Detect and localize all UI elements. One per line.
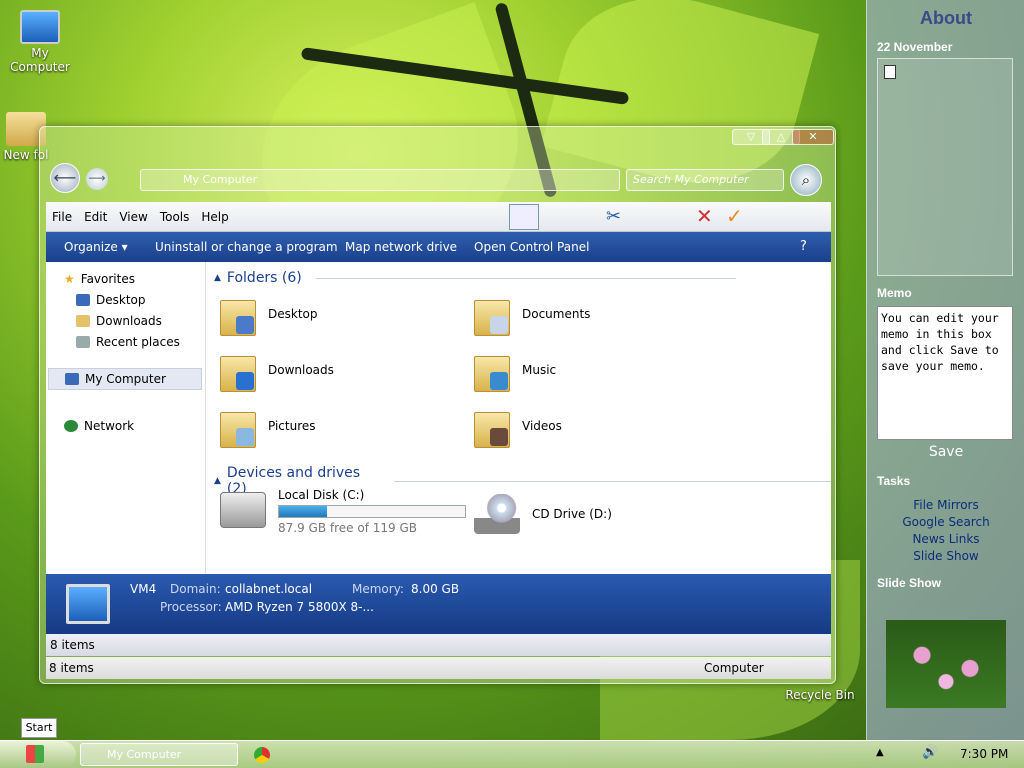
start-button[interactable] [0,741,76,768]
calendar-date: 22 November [877,40,953,54]
cd-drive-icon [474,494,520,534]
checkmark-icon[interactable]: ✓ [726,204,743,228]
computer-icon [20,10,60,44]
domain-value: collabnet.local [225,582,313,596]
videos-folder-icon [474,404,510,448]
nav-network[interactable]: Network [64,419,134,433]
note-icon[interactable] [884,65,896,79]
computer-name: VM4 [130,582,157,596]
menu-bar: File Edit View Tools Help ✂ ✕ ✓ [46,202,831,232]
pictures-folder-icon [220,404,256,448]
processor-value: AMD Ryzen 7 5800X 8-... [225,600,374,614]
tasks-title: Tasks [877,474,911,488]
memo-title: Memo [877,286,912,300]
folders-group-header[interactable]: ▲ Folders (6) [214,270,736,286]
computer-large-icon [66,584,110,624]
desktop-icon-recycle-bin[interactable]: Recycle Bin [780,688,860,702]
details-pane: VM4 Domain: collabnet.local Memory: 8.00… [46,574,831,634]
music-folder-icon [474,348,510,392]
back-arrow-icon[interactable]: ⟵ [50,163,80,193]
nav-recent-places[interactable]: Recent places [76,335,180,349]
folder-pictures[interactable]: Pictures [220,404,316,448]
content-pane: ▲ Folders (6) Desktop Documents Downloads Mu… [206,262,831,574]
folder-videos[interactable]: Videos [474,404,562,448]
drive-local-disk-c[interactable]: Local Disk (C:) 87.9 GB free of 119 GB [220,488,466,535]
desktop-folder-icon [220,292,256,336]
status-bar: 8 items Computer [46,657,831,679]
star-icon: ★ [64,272,75,286]
explorer-window: ▽ △ ✕ ⟵ ⟶ My Computer Search My Computer… [39,126,836,684]
organize-button[interactable]: Organize ▾ [64,232,128,262]
status-bar-top: 8 items [46,634,831,656]
command-bar: Organize ▾ Uninstall or change a program… [46,232,831,262]
task-link-google-search[interactable]: Google Search [867,514,1024,531]
menu-tools[interactable]: Tools [154,202,196,232]
network-icon [64,420,78,432]
menu-file[interactable]: File [46,202,78,232]
folder-documents[interactable]: Documents [474,292,590,336]
help-icon[interactable]: ? [800,232,807,262]
start-tooltip: Start [21,718,57,738]
nav-downloads[interactable]: Downloads [76,314,162,328]
desktop-icon-my-computer[interactable]: My Computer [0,10,80,74]
sidebar-title: About [920,8,972,28]
slideshow-title: Slide Show [877,576,942,590]
menu-help[interactable]: Help [195,202,234,232]
cut-icon[interactable]: ✂ [606,206,621,227]
search-icon[interactable]: ⌕ [790,164,822,196]
memo-save-button[interactable]: Save [867,444,1024,460]
address-bar[interactable]: My Computer [140,169,620,191]
navigation-pane: ★ Favorites Desktop Downloads Recent plac… [46,262,206,574]
downloads-folder-icon [220,348,256,392]
open-control-panel-button[interactable]: Open Control Panel [474,232,589,262]
sidebar: About 22 November Memo You can edit your… [866,0,1024,740]
hard-disk-icon [220,492,266,528]
disk-free-space: 87.9 GB free of 119 GB [278,521,417,535]
desktop-icon [76,294,90,306]
nav-desktop[interactable]: Desktop [76,293,146,307]
taskbar-item-my-computer[interactable]: My Computer [80,743,238,766]
task-link-file-mirrors[interactable]: File Mirrors [867,497,1024,514]
map-network-drive-button[interactable]: Map network drive [345,232,457,262]
volume-icon[interactable]: 🔊 [922,745,938,760]
nav-favorites[interactable]: ★ Favorites [64,272,135,286]
memory-value: 8.00 GB [411,582,460,596]
status-location: Computer [704,661,764,675]
chrome-icon[interactable] [254,747,270,763]
menu-edit[interactable]: Edit [78,202,113,232]
computer-icon [65,373,79,385]
folder-music[interactable]: Music [474,348,556,392]
forward-arrow-icon[interactable]: ⟶ [86,168,108,190]
recent-places-icon [76,336,90,348]
nav-my-computer[interactable]: My Computer [48,368,202,390]
slideshow-image[interactable] [886,620,1006,708]
search-input[interactable]: Search My Computer [626,169,784,191]
folder-desktop[interactable]: Desktop [220,292,318,336]
calendar-gadget [877,58,1013,276]
show-hidden-icons-icon[interactable]: ▲ [876,747,884,758]
folder-downloads[interactable]: Downloads [220,348,334,392]
task-link-news-links[interactable]: News Links [867,531,1024,548]
downloads-folder-icon [76,315,90,327]
delete-icon[interactable]: ✕ [696,204,713,228]
documents-folder-icon [474,292,510,336]
task-link-slide-show[interactable]: Slide Show [867,548,1024,565]
windows-logo-icon [26,745,44,763]
memo-textarea[interactable]: You can edit your memo in this box and c… [877,306,1013,440]
taskbar: My Computer 7:30 PM ▲ 🔊 [0,740,1024,768]
drive-cd-d[interactable]: CD Drive (D:) [474,494,612,534]
close-button[interactable]: ✕ [792,129,834,145]
preview-pane-icon[interactable] [509,204,539,230]
uninstall-button[interactable]: Uninstall or change a program [155,232,338,262]
menu-view[interactable]: View [113,202,153,232]
disk-usage-bar [278,505,466,518]
clock[interactable]: 7:30 PM [960,747,1008,761]
